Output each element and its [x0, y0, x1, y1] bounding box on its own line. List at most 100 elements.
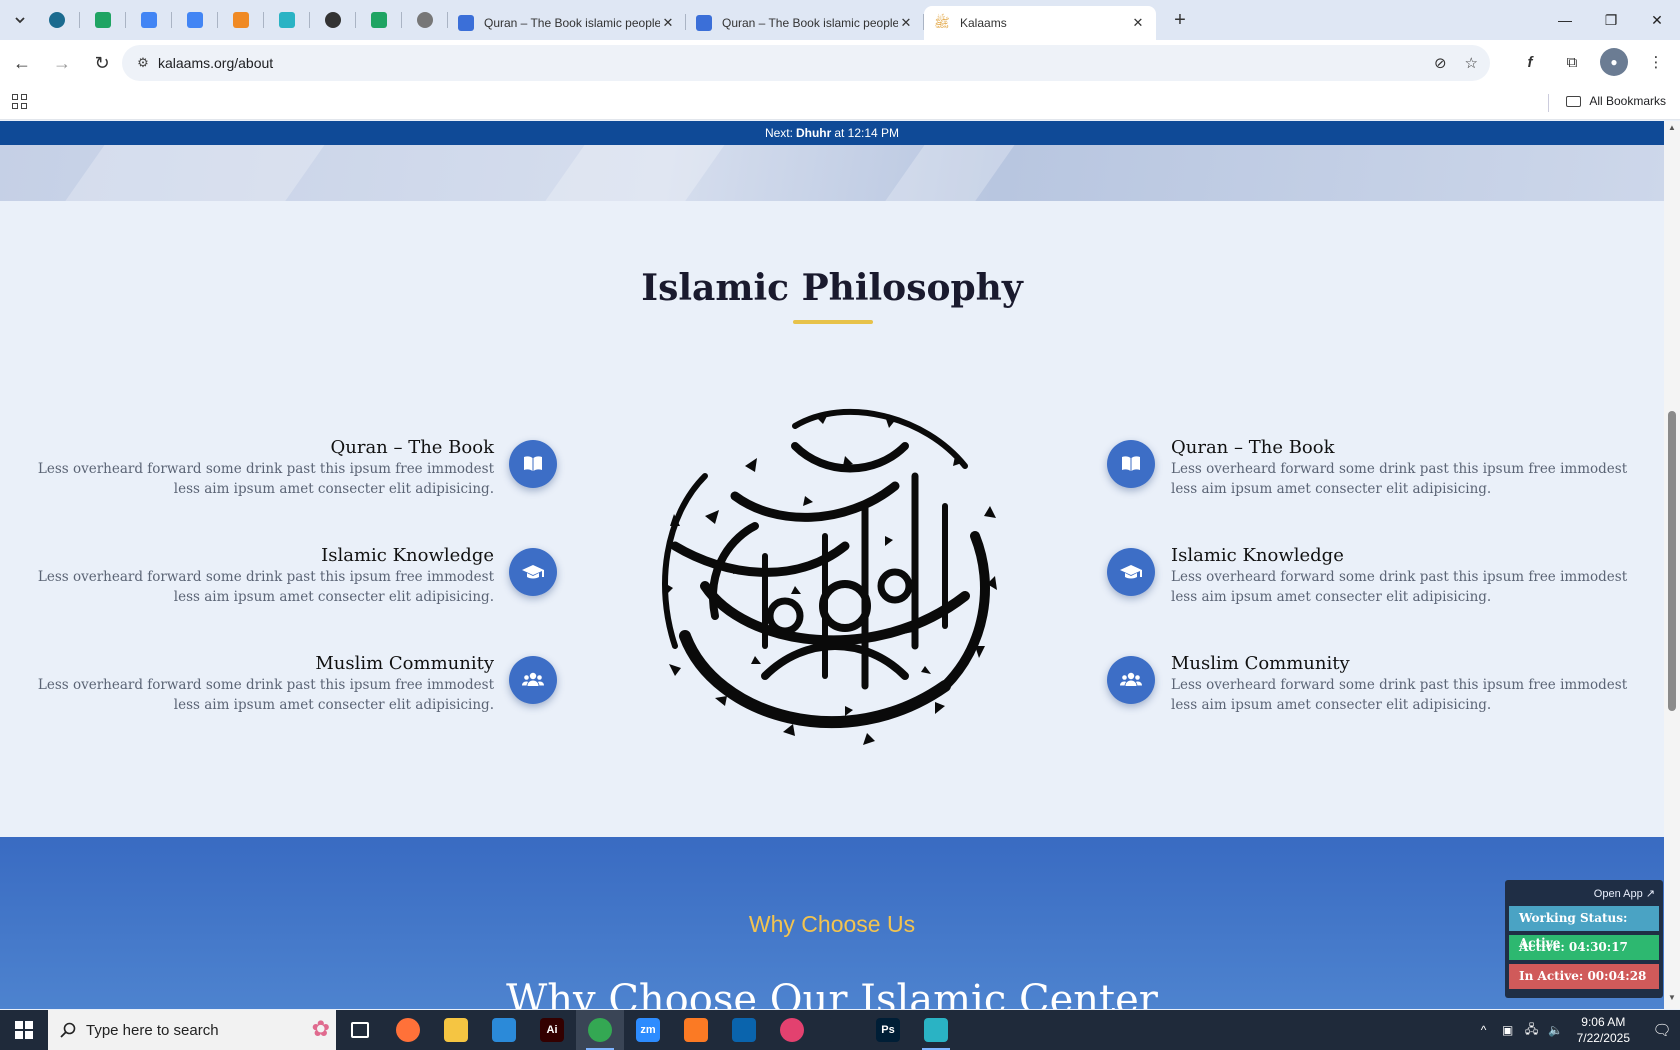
chevron-up-icon[interactable]: ^: [1473, 1023, 1495, 1037]
brain-flower-icon: ✿: [311, 1016, 330, 1041]
creative-cloud-icon: [780, 1018, 804, 1042]
feature-title: Quran – The Book: [330, 437, 494, 458]
pinned-tab[interactable]: [126, 0, 172, 40]
bookmark-star-icon[interactable]: ☆: [1465, 54, 1478, 72]
taskbar-app-chrome[interactable]: [576, 1010, 624, 1050]
browser-toolbar: ← → ↻ ⚙ kalaams.org/about ⊘ ☆ f ⧉ ● ⋮: [0, 40, 1680, 86]
taskbar-apps: Ai zm Ps: [336, 1010, 960, 1050]
chevron-down-icon: [15, 17, 25, 24]
search-placeholder: Type here to search: [86, 1021, 219, 1039]
web-page: Next: Dhuhr at 12:14 PM Islamic Philosop…: [0, 121, 1664, 1009]
clock[interactable]: 9:06 AM 7/22/2025: [1577, 1014, 1630, 1046]
pinned-tab[interactable]: [218, 0, 264, 40]
forward-button[interactable]: →: [44, 45, 80, 81]
tab-search-button[interactable]: [6, 6, 34, 34]
pinned-tab[interactable]: [356, 0, 402, 40]
pinned-tab[interactable]: [34, 0, 80, 40]
scroll-down-arrow-icon[interactable]: ▼: [1664, 993, 1680, 1007]
feature-community-left: Muslim Community Less overheard forward …: [24, 653, 494, 715]
feature-title: Islamic Knowledge: [1171, 545, 1344, 566]
taskbar-app-photoshop[interactable]: Ps: [864, 1010, 912, 1050]
security-icon[interactable]: ▣: [1497, 1023, 1519, 1037]
feature-title: Quran – The Book: [1171, 437, 1335, 458]
taskbar-app-pen-tool[interactable]: [816, 1010, 864, 1050]
profile-avatar[interactable]: ●: [1600, 48, 1628, 76]
restore-icon[interactable]: ❐: [1588, 0, 1634, 40]
title-underline: [793, 320, 873, 324]
search-icon: [60, 1022, 76, 1038]
working-status-badge: Working Status: Active: [1509, 906, 1659, 950]
all-bookmarks-button[interactable]: All Bookmarks: [1548, 94, 1666, 112]
taskbar-app-file-explorer[interactable]: [432, 1010, 480, 1050]
taskbar-app-illustrator[interactable]: Ai: [528, 1010, 576, 1050]
pinned-tab[interactable]: [172, 0, 218, 40]
close-window-icon[interactable]: ✕: [1634, 0, 1680, 40]
address-bar[interactable]: ⚙ kalaams.org/about ⊘ ☆: [122, 45, 1490, 81]
site-settings-icon[interactable]: ⚙: [128, 55, 158, 71]
pinned-tab[interactable]: [310, 0, 356, 40]
taskbar-app-zoom[interactable]: zm: [624, 1010, 672, 1050]
pinned-tabs: [34, 0, 448, 40]
illustrator-icon: Ai: [540, 1018, 564, 1042]
why-eyebrow: Why Choose Us: [748, 911, 916, 937]
docs-icon: [187, 12, 203, 28]
pinned-tab[interactable]: [402, 0, 448, 40]
volume-icon[interactable]: 🔈: [1545, 1023, 1567, 1037]
eye-off-icon[interactable]: ⊘: [1434, 54, 1447, 72]
network-icon[interactable]: 🖧: [1521, 1020, 1543, 1041]
gem-icon: [279, 12, 295, 28]
taskbar-app-task-view[interactable]: [336, 1010, 384, 1050]
close-icon[interactable]: ✕: [898, 15, 914, 31]
why-choose-us-section: Why Choose Us Why Choose Our Islamic Cen…: [0, 837, 1664, 1009]
hero-image-strip: [0, 145, 1664, 201]
folder-icon: [1566, 95, 1582, 107]
taskbar: Type here to search ✿ Ai zm Ps ^ ▣ 🖧 🔈 9:0…: [0, 1010, 1680, 1050]
start-button[interactable]: [0, 1010, 48, 1050]
scroll-up-arrow-icon[interactable]: ▲: [1664, 123, 1680, 137]
prayer-prefix: Next:: [764, 126, 793, 140]
new-tab-button[interactable]: +: [1162, 9, 1198, 32]
time-tracker-widget: Open App ↗ Working Status: Active Active…: [1505, 880, 1663, 998]
photoshop-icon: Ps: [876, 1018, 900, 1042]
tab-quran-2[interactable]: Quran – The Book islamic people ✕: [686, 6, 924, 40]
feature-quran-right: Quran – The Book Less overheard forward …: [1171, 437, 1641, 499]
taskbar-app-xampp[interactable]: [672, 1010, 720, 1050]
minimize-icon[interactable]: —: [1542, 0, 1588, 40]
window-controls: — ❐ ✕: [1542, 0, 1680, 40]
taskbar-app-gem-app[interactable]: [912, 1010, 960, 1050]
section-title: Islamic Philosophy: [641, 267, 1023, 309]
scroll-thumb[interactable]: [1668, 411, 1676, 711]
tab-title: Kalaams: [960, 16, 1007, 30]
xampp-icon: [233, 12, 249, 28]
pinned-tab[interactable]: [80, 0, 126, 40]
taskbar-app-outlook[interactable]: [720, 1010, 768, 1050]
tab-title: Quran – The Book islamic people: [484, 16, 660, 30]
feature-text: Less overheard forward some drink past t…: [1171, 677, 1628, 713]
tab-quran-1[interactable]: Quran – The Book islamic people ✕: [448, 6, 686, 40]
extension-f-icon[interactable]: f: [1516, 48, 1544, 76]
task-view-icon: [351, 1022, 369, 1038]
all-bookmarks-label: All Bookmarks: [1589, 94, 1666, 108]
open-app-link[interactable]: Open App ↗: [1509, 884, 1659, 906]
taskbar-search[interactable]: Type here to search ✿: [48, 1010, 336, 1050]
pinned-tab[interactable]: [264, 0, 310, 40]
back-button[interactable]: ←: [4, 45, 40, 81]
taskbar-app-vscode[interactable]: [480, 1010, 528, 1050]
reload-button[interactable]: ↻: [84, 45, 120, 81]
feature-quran-left: Quran – The Book Less overheard forward …: [24, 437, 494, 499]
firefox-icon: [396, 1018, 420, 1042]
notifications-icon[interactable]: 🗨: [1644, 1021, 1680, 1039]
close-icon[interactable]: ✕: [1130, 15, 1146, 31]
extensions-puzzle-icon[interactable]: ⧉: [1558, 48, 1586, 76]
tab-kalaams[interactable]: ﷺ Kalaams ✕: [924, 6, 1156, 40]
apps-grid-icon[interactable]: [12, 94, 28, 110]
forms-icon: [458, 15, 474, 31]
page-scrollbar[interactable]: ▲ ▼: [1664, 121, 1680, 1009]
taskbar-app-firefox[interactable]: [384, 1010, 432, 1050]
menu-kebab-icon[interactable]: ⋮: [1642, 48, 1670, 76]
tab-strip: Quran – The Book islamic people ✕ Quran …: [0, 0, 1680, 40]
close-icon[interactable]: ✕: [660, 15, 676, 31]
docs-icon: [141, 12, 157, 28]
taskbar-app-creative-cloud[interactable]: [768, 1010, 816, 1050]
arabic-calligraphy-roundel: [662, 408, 997, 745]
